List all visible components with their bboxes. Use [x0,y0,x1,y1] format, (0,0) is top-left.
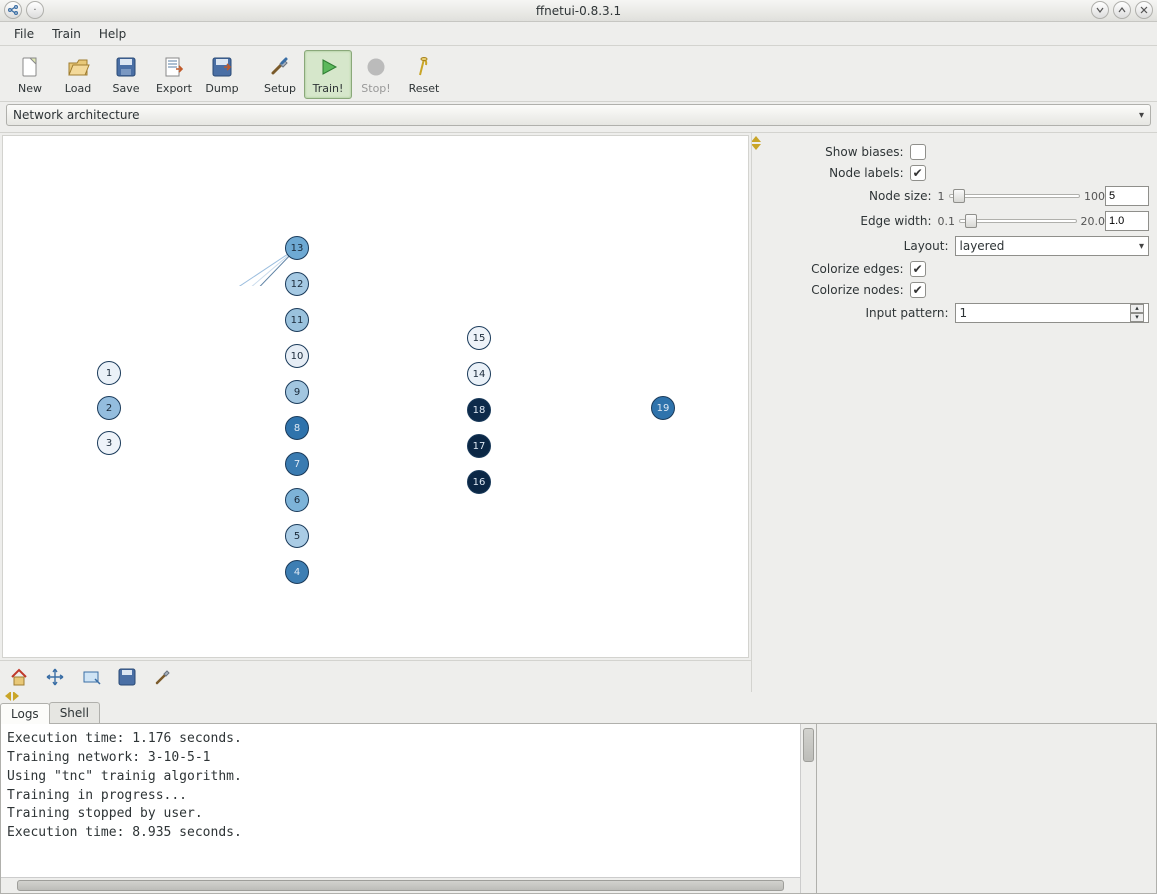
chevron-down-icon: ▾ [1139,110,1144,121]
layout-label: Layout: [764,239,955,253]
spin-buttons[interactable]: ▴▾ [1130,304,1144,322]
export-button[interactable]: Export [150,50,198,99]
plot-save-icon[interactable] [116,666,138,688]
log-scrollbar-v[interactable] [800,724,816,893]
stop-button: Stop! [352,50,400,99]
node-13[interactable]: 13 [285,236,309,260]
toolbar: New Load Save Export Dump Setup Train! S… [0,46,1157,102]
node-size-slider[interactable]: 1 100 [938,190,1106,203]
close-button[interactable] [1135,1,1153,19]
plot-toolbar [0,660,751,692]
window-title: ffnetui-0.8.3.1 [536,4,621,18]
node-7[interactable]: 7 [285,452,309,476]
node-size-spin[interactable] [1105,186,1149,206]
input-pattern-spin[interactable]: 1 ▴▾ [955,303,1150,323]
node-labels-label: Node labels: [764,166,910,180]
train-button[interactable]: Train! [304,50,352,99]
node-2[interactable]: 2 [97,396,121,420]
node-16[interactable]: 16 [467,470,491,494]
colorize-edges-checkbox[interactable]: ✔ [910,261,926,277]
menubar: File Train Help [0,22,1157,46]
configure-icon[interactable] [152,666,174,688]
show-biases-label: Show biases: [764,145,910,159]
properties-panel: Show biases: Node labels: ✔ Node size: 1… [760,133,1157,692]
minimize-button[interactable] [1091,1,1109,19]
save-button[interactable]: Save [102,50,150,99]
window-menu-icon[interactable]: · [26,1,44,19]
node-14[interactable]: 14 [467,362,491,386]
edge-width-spin[interactable] [1105,211,1149,231]
node-4[interactable]: 4 [285,560,309,584]
tab-logs[interactable]: Logs [0,703,50,724]
new-button[interactable]: New [6,50,54,99]
node-5[interactable]: 5 [285,524,309,548]
app-icon [4,1,22,19]
network-plot[interactable]: 12313121110987654151418171619 [2,135,749,658]
new-icon [17,54,43,80]
dump-button[interactable]: Dump [198,50,246,99]
edge-width-slider[interactable]: 0.1 20.0 [938,215,1106,228]
node-17[interactable]: 17 [467,434,491,458]
save-icon [113,54,139,80]
node-labels-checkbox[interactable]: ✔ [910,165,926,181]
node-6[interactable]: 6 [285,488,309,512]
node-10[interactable]: 10 [285,344,309,368]
dump-icon [209,54,235,80]
node-18[interactable]: 18 [467,398,491,422]
menu-file[interactable]: File [6,24,42,44]
show-biases-checkbox[interactable] [910,144,926,160]
reset-icon [411,54,437,80]
colorize-nodes-checkbox[interactable]: ✔ [910,282,926,298]
load-button[interactable]: Load [54,50,102,99]
node-15[interactable]: 15 [467,326,491,350]
reset-button[interactable]: Reset [400,50,448,99]
log-side-pane [817,724,1157,894]
menu-help[interactable]: Help [91,24,134,44]
layout-combo[interactable]: layered ▾ [955,236,1150,256]
setup-button[interactable]: Setup [256,50,304,99]
colorize-edges-label: Colorize edges: [764,262,910,276]
bottom-tabs: Logs Shell [0,702,1157,724]
setup-icon [267,54,293,80]
chevron-down-icon: ▾ [1139,241,1144,252]
view-selector-combo[interactable]: Network architecture ▾ [6,104,1151,126]
menu-train[interactable]: Train [44,24,89,44]
edge-width-label: Edge width: [764,214,938,228]
home-icon[interactable] [8,666,30,688]
node-11[interactable]: 11 [285,308,309,332]
pan-icon[interactable] [44,666,66,688]
load-icon [65,54,91,80]
zoom-icon[interactable] [80,666,102,688]
node-9[interactable]: 9 [285,380,309,404]
node-8[interactable]: 8 [285,416,309,440]
node-size-label: Node size: [764,189,938,203]
node-3[interactable]: 3 [97,431,121,455]
input-pattern-label: Input pattern: [764,306,955,320]
log-scrollbar-h[interactable] [1,877,800,893]
train-icon [315,54,341,80]
node-19[interactable]: 19 [651,396,675,420]
tab-shell[interactable]: Shell [49,702,100,723]
horizontal-splitter[interactable] [0,692,1157,700]
stop-icon [363,54,389,80]
view-selector-value: Network architecture [13,108,140,122]
vertical-splitter[interactable] [752,133,760,692]
colorize-nodes-label: Colorize nodes: [764,283,910,297]
window-titlebar: · ffnetui-0.8.3.1 [0,0,1157,22]
export-icon [161,54,187,80]
log-textarea[interactable]: Execution time: 1.176 seconds.Training n… [0,724,817,894]
maximize-button[interactable] [1113,1,1131,19]
node-12[interactable]: 12 [285,272,309,296]
node-1[interactable]: 1 [97,361,121,385]
